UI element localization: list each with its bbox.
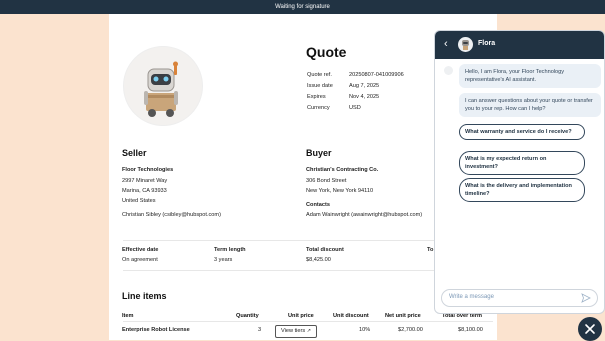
status-text: Waiting for signature: [275, 4, 330, 10]
line-item-quantity: 3: [258, 327, 262, 333]
send-icon[interactable]: [581, 293, 591, 303]
total-discount-value: $8,425.00: [306, 257, 331, 263]
buyer-contact: Adam Wainwright (awainwright@hubspot.com…: [306, 212, 423, 218]
signature-status-bar: Waiting for signature: [0, 0, 605, 14]
quick-reply-option[interactable]: What warranty and service do I receive?: [459, 124, 585, 140]
effective-date-label: Effective date: [122, 247, 159, 253]
line-item-total: $8,100.00: [458, 327, 483, 333]
chat-message: I can answer questions about your quote …: [459, 93, 601, 117]
issue-date-value: Aug 7, 2025: [349, 83, 380, 89]
seller-address-line1: 2997 Minaret Way: [122, 178, 168, 184]
column-header-unit-discount: Unit discount: [333, 313, 369, 319]
seller-country: United States: [122, 198, 156, 204]
external-link-icon: ↗: [306, 328, 311, 334]
quote-ref-label: Quote ref.: [307, 72, 332, 78]
seller-contact: Christian Sibley (csibley@hubspot.com): [122, 212, 221, 218]
effective-date-value: On agreement: [122, 257, 158, 263]
term-length-value: 3 years: [214, 257, 233, 263]
view-tiers-button[interactable]: View tiers ↗: [275, 325, 317, 338]
total-discount-label: Total discount: [306, 247, 344, 253]
buyer-company: Christian's Contracting Co.: [306, 167, 379, 173]
seller-heading: Seller: [122, 148, 147, 158]
close-chat-button[interactable]: [578, 317, 602, 341]
view-tiers-label: View tiers: [281, 328, 306, 334]
column-header-item: Item: [122, 313, 134, 319]
column-header-net-unit-price: Net unit price: [385, 313, 421, 319]
column-header-quantity: Quantity: [236, 313, 259, 319]
buyer-address-line1: 306 Bond Street: [306, 178, 347, 184]
currency-value: USD: [349, 105, 361, 111]
quick-reply-option[interactable]: What is my expected return on investment…: [459, 151, 585, 175]
chat-header: ‹ Flora: [435, 31, 604, 59]
currency-label: Currency: [307, 105, 330, 111]
expires-label: Expires: [307, 94, 326, 100]
line-item-net-unit-price: $2,700.00: [398, 327, 423, 333]
message-input[interactable]: Write a message: [441, 289, 598, 307]
expires-value: Nov 4, 2025: [349, 94, 380, 100]
agent-message-avatar: [444, 66, 453, 75]
issue-date-label: Issue date: [307, 83, 333, 89]
agent-avatar: [458, 37, 473, 52]
buyer-heading: Buyer: [306, 148, 332, 158]
line-items-heading: Line items: [122, 291, 167, 301]
agent-name: Flora: [478, 40, 496, 47]
quick-reply-option[interactable]: What is the delivery and implementation …: [459, 178, 585, 202]
quote-title: Quote: [306, 44, 347, 60]
line-item-unit-discount: 10%: [359, 327, 371, 333]
company-logo: [123, 46, 203, 126]
buyer-address-line2: New York, New York 94110: [306, 188, 374, 194]
divider: [123, 321, 493, 322]
chat-message: Hello, I am Flora, your Floor Technology…: [459, 64, 601, 88]
close-icon: [585, 324, 595, 334]
message-input-placeholder: Write a message: [449, 294, 494, 300]
quote-ref-value: 20250807-041009906: [349, 72, 404, 78]
chat-widget: ‹ Flora Hello, I am Flora, your Floor Te…: [434, 30, 605, 314]
line-item-name: Enterprise Robot License: [122, 327, 190, 333]
seller-address-line2: Marina, CA 93933: [122, 188, 167, 194]
chevron-left-icon[interactable]: ‹: [444, 38, 448, 50]
truncated-column-label: To: [427, 247, 434, 253]
seller-company: Floor Technologies: [122, 167, 174, 173]
term-length-label: Term length: [214, 247, 246, 253]
column-header-unit-price: Unit price: [288, 313, 314, 319]
buyer-contacts-heading: Contacts: [306, 202, 330, 208]
